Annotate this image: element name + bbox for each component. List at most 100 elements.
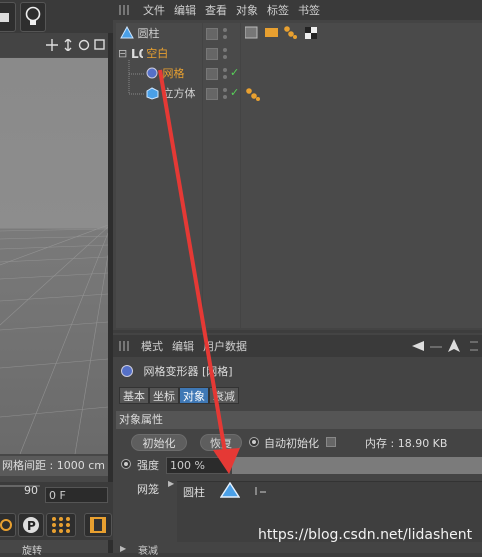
menu-mode[interactable]: 模式: [141, 338, 163, 354]
expand-arrow-icon[interactable]: ▶: [168, 479, 174, 488]
perspective-grid: [0, 225, 108, 454]
loop-button[interactable]: [0, 513, 16, 537]
link-indicator-icon: [255, 487, 266, 495]
enabled-check-icon[interactable]: ✓: [230, 86, 239, 99]
camera-icon: [0, 13, 9, 22]
film-icon: [90, 517, 106, 533]
collapsed-arrow-icon[interactable]: ▶: [120, 544, 126, 553]
light-button[interactable]: [20, 2, 46, 32]
render-toggle[interactable]: [206, 48, 218, 60]
render-toggle[interactable]: [206, 68, 218, 80]
strength-radio[interactable]: [121, 459, 131, 469]
menu-user-data[interactable]: 用户数据: [203, 338, 247, 354]
panel-grip-icon[interactable]: [119, 341, 131, 351]
visibility-dot[interactable]: [223, 48, 227, 52]
phong-tag-icon: [284, 26, 290, 32]
strength-input[interactable]: 100 %: [166, 457, 230, 474]
phong-tag-icon: [246, 88, 252, 94]
svg-text:P: P: [27, 519, 36, 533]
zoom-icon: [64, 39, 72, 51]
strength-label: 强度: [137, 459, 159, 472]
initialize-button[interactable]: 初始化: [131, 434, 187, 451]
object-manager-menubar: 文件 编辑 查看 对象 标签 书签: [113, 0, 482, 20]
tab-object[interactable]: 对象: [179, 387, 209, 404]
visibility-dot[interactable]: [223, 28, 227, 32]
menu-objects[interactable]: 对象: [236, 2, 258, 18]
rotate-icon: [78, 39, 90, 51]
frame-field[interactable]: 0 F: [45, 487, 108, 503]
keyframe-p-button[interactable]: P: [18, 513, 44, 537]
auto-init-radio[interactable]: [249, 437, 259, 447]
cylinder-tags[interactable]: [245, 26, 323, 40]
object-name-mesh: 网格: [162, 67, 185, 80]
viewport-nav-bar: [0, 33, 113, 57]
list-item[interactable]: 圆柱: [120, 24, 160, 44]
auto-init-label: 自动初始化: [264, 437, 319, 450]
deformer-cone-icon: [120, 25, 134, 39]
deformer-cone-icon: [220, 482, 240, 498]
menu-edit[interactable]: 编辑: [172, 338, 194, 354]
move-icon: [46, 39, 58, 51]
loop-icon: [0, 519, 12, 531]
tab-coord[interactable]: 坐标: [149, 387, 179, 404]
dots-button[interactable]: [46, 513, 76, 537]
visibility-dot[interactable]: [223, 55, 227, 59]
attribute-manager-menubar: 模式 编辑 用户数据: [113, 335, 482, 357]
auto-init-checkbox[interactable]: [326, 437, 336, 447]
menu-view[interactable]: 查看: [205, 2, 227, 18]
attribute-title: 网格变形器 [网格]: [120, 362, 233, 382]
object-tags-column: [241, 23, 482, 328]
strength-slider[interactable]: [232, 457, 482, 474]
section-header: 对象属性: [116, 411, 482, 429]
attribute-title-text: 网格变形器 [网格]: [143, 365, 233, 378]
tab-falloff[interactable]: 衰减: [209, 387, 239, 404]
grid-distance-label: 网格间距 : 1000 cm: [0, 456, 113, 476]
mesh-deformer-icon: [121, 365, 133, 377]
list-item[interactable]: 立方体: [146, 84, 196, 104]
visibility-dot[interactable]: [223, 68, 227, 72]
timeline-row: 90 0 F: [0, 482, 113, 510]
visibility-dot[interactable]: [223, 95, 227, 99]
film-button[interactable]: [84, 513, 112, 537]
restore-button[interactable]: 恢复: [200, 434, 242, 451]
collapsed-section-label: 衰减: [138, 546, 158, 557]
visibility-dot[interactable]: [223, 75, 227, 79]
visibility-dot[interactable]: [223, 35, 227, 39]
cursor-icon: [448, 339, 460, 352]
object-name-cube: 立方体: [162, 87, 196, 100]
rotate-label: 旋转: [22, 546, 42, 557]
bulb-icon: [25, 6, 41, 25]
list-item[interactable]: 网格: [146, 64, 185, 84]
mesh-label: 网笼: [137, 483, 159, 496]
viewport-toolbar: [0, 0, 113, 33]
film-tag-icon: [245, 26, 258, 39]
render-toggle[interactable]: [206, 88, 218, 100]
menu-tags[interactable]: 标签: [267, 2, 289, 18]
render-toggle[interactable]: [206, 28, 218, 40]
object-name-null: 空白: [146, 47, 169, 60]
menu-file[interactable]: 文件: [143, 2, 165, 18]
visibility-dot[interactable]: [223, 88, 227, 92]
back-arrow-icon: [412, 341, 424, 351]
attr-nav-icons[interactable]: [412, 338, 478, 354]
menu-bookmarks[interactable]: 书签: [298, 2, 320, 18]
memory-label: 内存 : 18.90 KB: [365, 437, 448, 450]
menu-edit[interactable]: 编辑: [174, 2, 196, 18]
enabled-check-icon[interactable]: ✓: [230, 66, 239, 79]
strength-slider-fill: [232, 457, 482, 474]
panel-grip-icon[interactable]: [119, 5, 131, 15]
tree-lines: [128, 60, 144, 95]
object-name-cylinder: 圆柱: [137, 27, 160, 40]
frame-value: 90: [24, 484, 38, 497]
camera-tag-icon: [265, 28, 278, 37]
tab-basic[interactable]: 基本: [119, 387, 149, 404]
maximize-icon: [94, 39, 105, 50]
viewport-nav-icons[interactable]: [46, 39, 106, 51]
key-p-icon: P: [23, 517, 39, 533]
dots-grid-icon: [52, 517, 70, 533]
camera-tool-button[interactable]: [0, 2, 16, 32]
watermark-text: https://blog.csdn.net/lidashent: [258, 527, 473, 543]
collapse-icon[interactable]: ⊟: [118, 47, 127, 60]
cube-tags[interactable]: [245, 87, 261, 101]
mesh-object-name: 圆柱: [183, 486, 205, 499]
